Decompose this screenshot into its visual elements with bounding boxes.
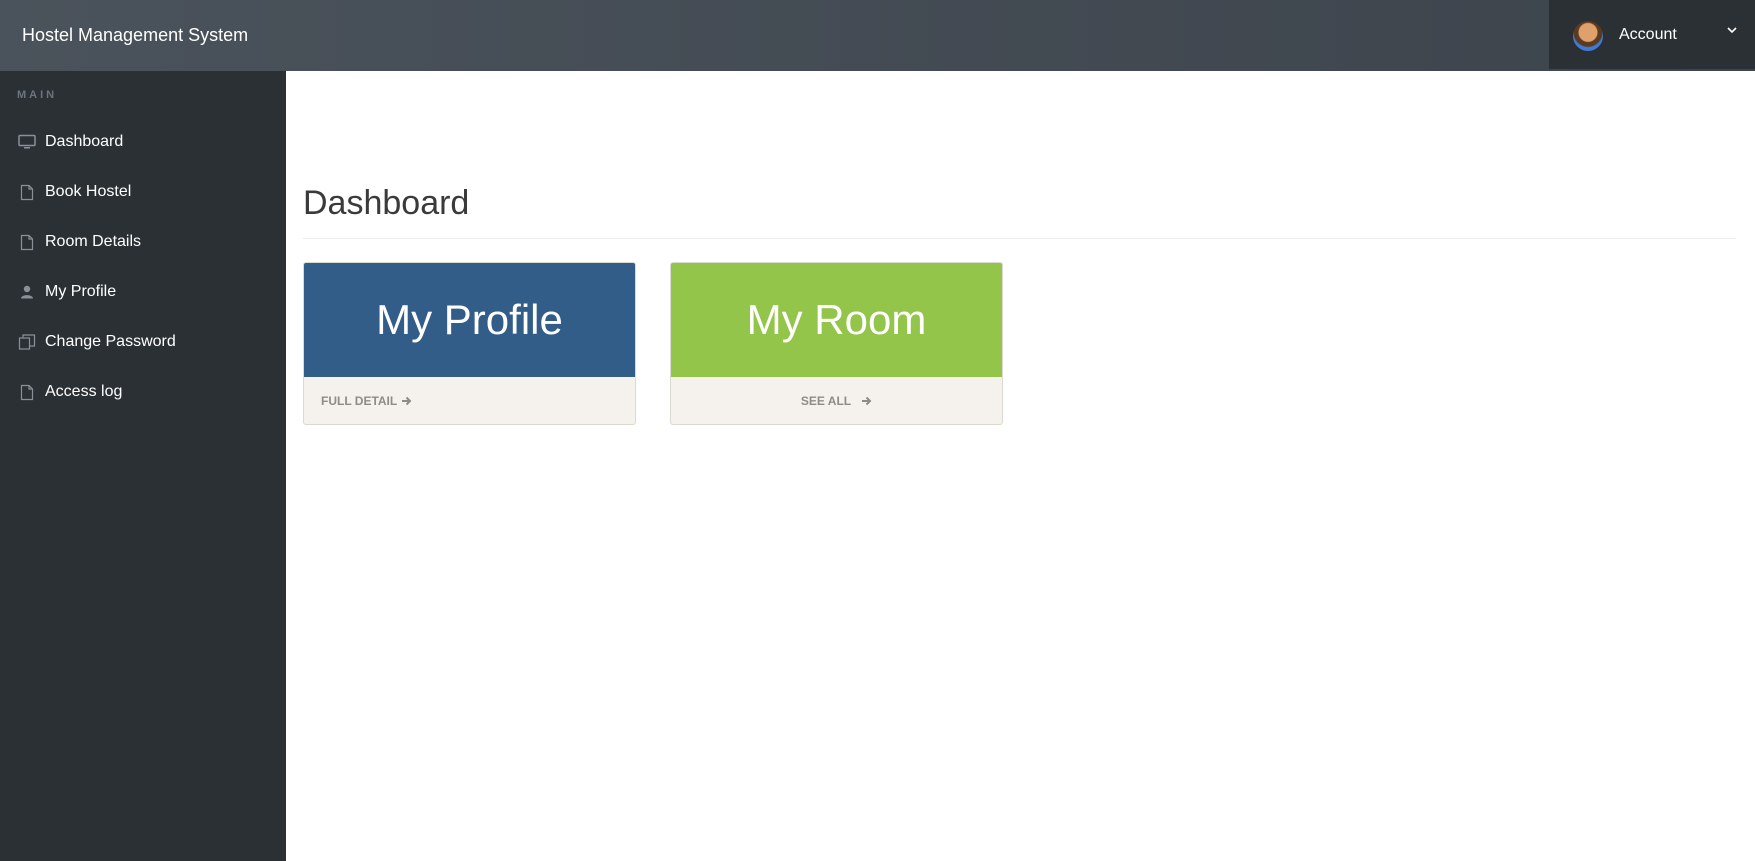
arrow-right-icon	[401, 396, 412, 406]
account-menu[interactable]: Account	[1549, 0, 1755, 69]
chevron-down-icon[interactable]	[1727, 22, 1737, 34]
my-room-card: My Room SEE ALL	[670, 262, 1003, 425]
card-title: My Profile	[304, 263, 635, 377]
sidebar-item-access-log[interactable]: Access log	[0, 367, 286, 417]
sidebar-section-label: MAIN	[17, 89, 58, 101]
sidebar-item-room-details[interactable]: Room Details	[0, 217, 286, 267]
sidebar-item-book-hostel[interactable]: Book Hostel	[0, 167, 286, 217]
card-title: My Room	[671, 263, 1002, 377]
sidebar-item-label: Room Details	[45, 233, 142, 250]
file-icon	[17, 233, 37, 251]
sidebar-item-change-password[interactable]: Change Password	[0, 317, 286, 367]
sidebar: MAIN Dashboard Book Hostel Room Details …	[0, 71, 286, 861]
account-label[interactable]: Account	[1619, 0, 1677, 69]
see-all-link[interactable]: SEE ALL	[671, 377, 1002, 424]
page-title: Dashboard	[303, 184, 470, 222]
card-link-label: SEE ALL	[800, 394, 852, 408]
full-detail-link[interactable]: FULL DETAIL	[304, 377, 635, 424]
files-icon	[17, 333, 37, 351]
sidebar-item-my-profile[interactable]: My Profile	[0, 267, 286, 317]
main-content: Dashboard My Profile FULL DETAIL My Room…	[286, 71, 1755, 861]
top-navbar: Hostel Management System Account	[0, 0, 1755, 71]
card-link-label: FULL DETAIL	[321, 394, 398, 408]
file-icon	[17, 383, 37, 401]
my-profile-card: My Profile FULL DETAIL	[303, 262, 636, 425]
user-icon	[17, 283, 37, 301]
sidebar-nav: Dashboard Book Hostel Room Details My Pr…	[0, 117, 286, 417]
sidebar-item-label: Book Hostel	[45, 183, 132, 200]
avatar[interactable]	[1572, 20, 1604, 52]
sidebar-item-label: My Profile	[45, 283, 117, 300]
sidebar-item-label: Change Password	[45, 333, 176, 350]
divider	[303, 238, 1736, 239]
file-icon	[17, 183, 37, 201]
arrow-right-icon	[861, 396, 872, 406]
app-title[interactable]: Hostel Management System	[22, 0, 248, 71]
sidebar-item-label: Access log	[45, 383, 123, 400]
sidebar-item-label: Dashboard	[45, 133, 124, 150]
desktop-icon	[17, 133, 37, 151]
sidebar-item-dashboard[interactable]: Dashboard	[0, 117, 286, 167]
